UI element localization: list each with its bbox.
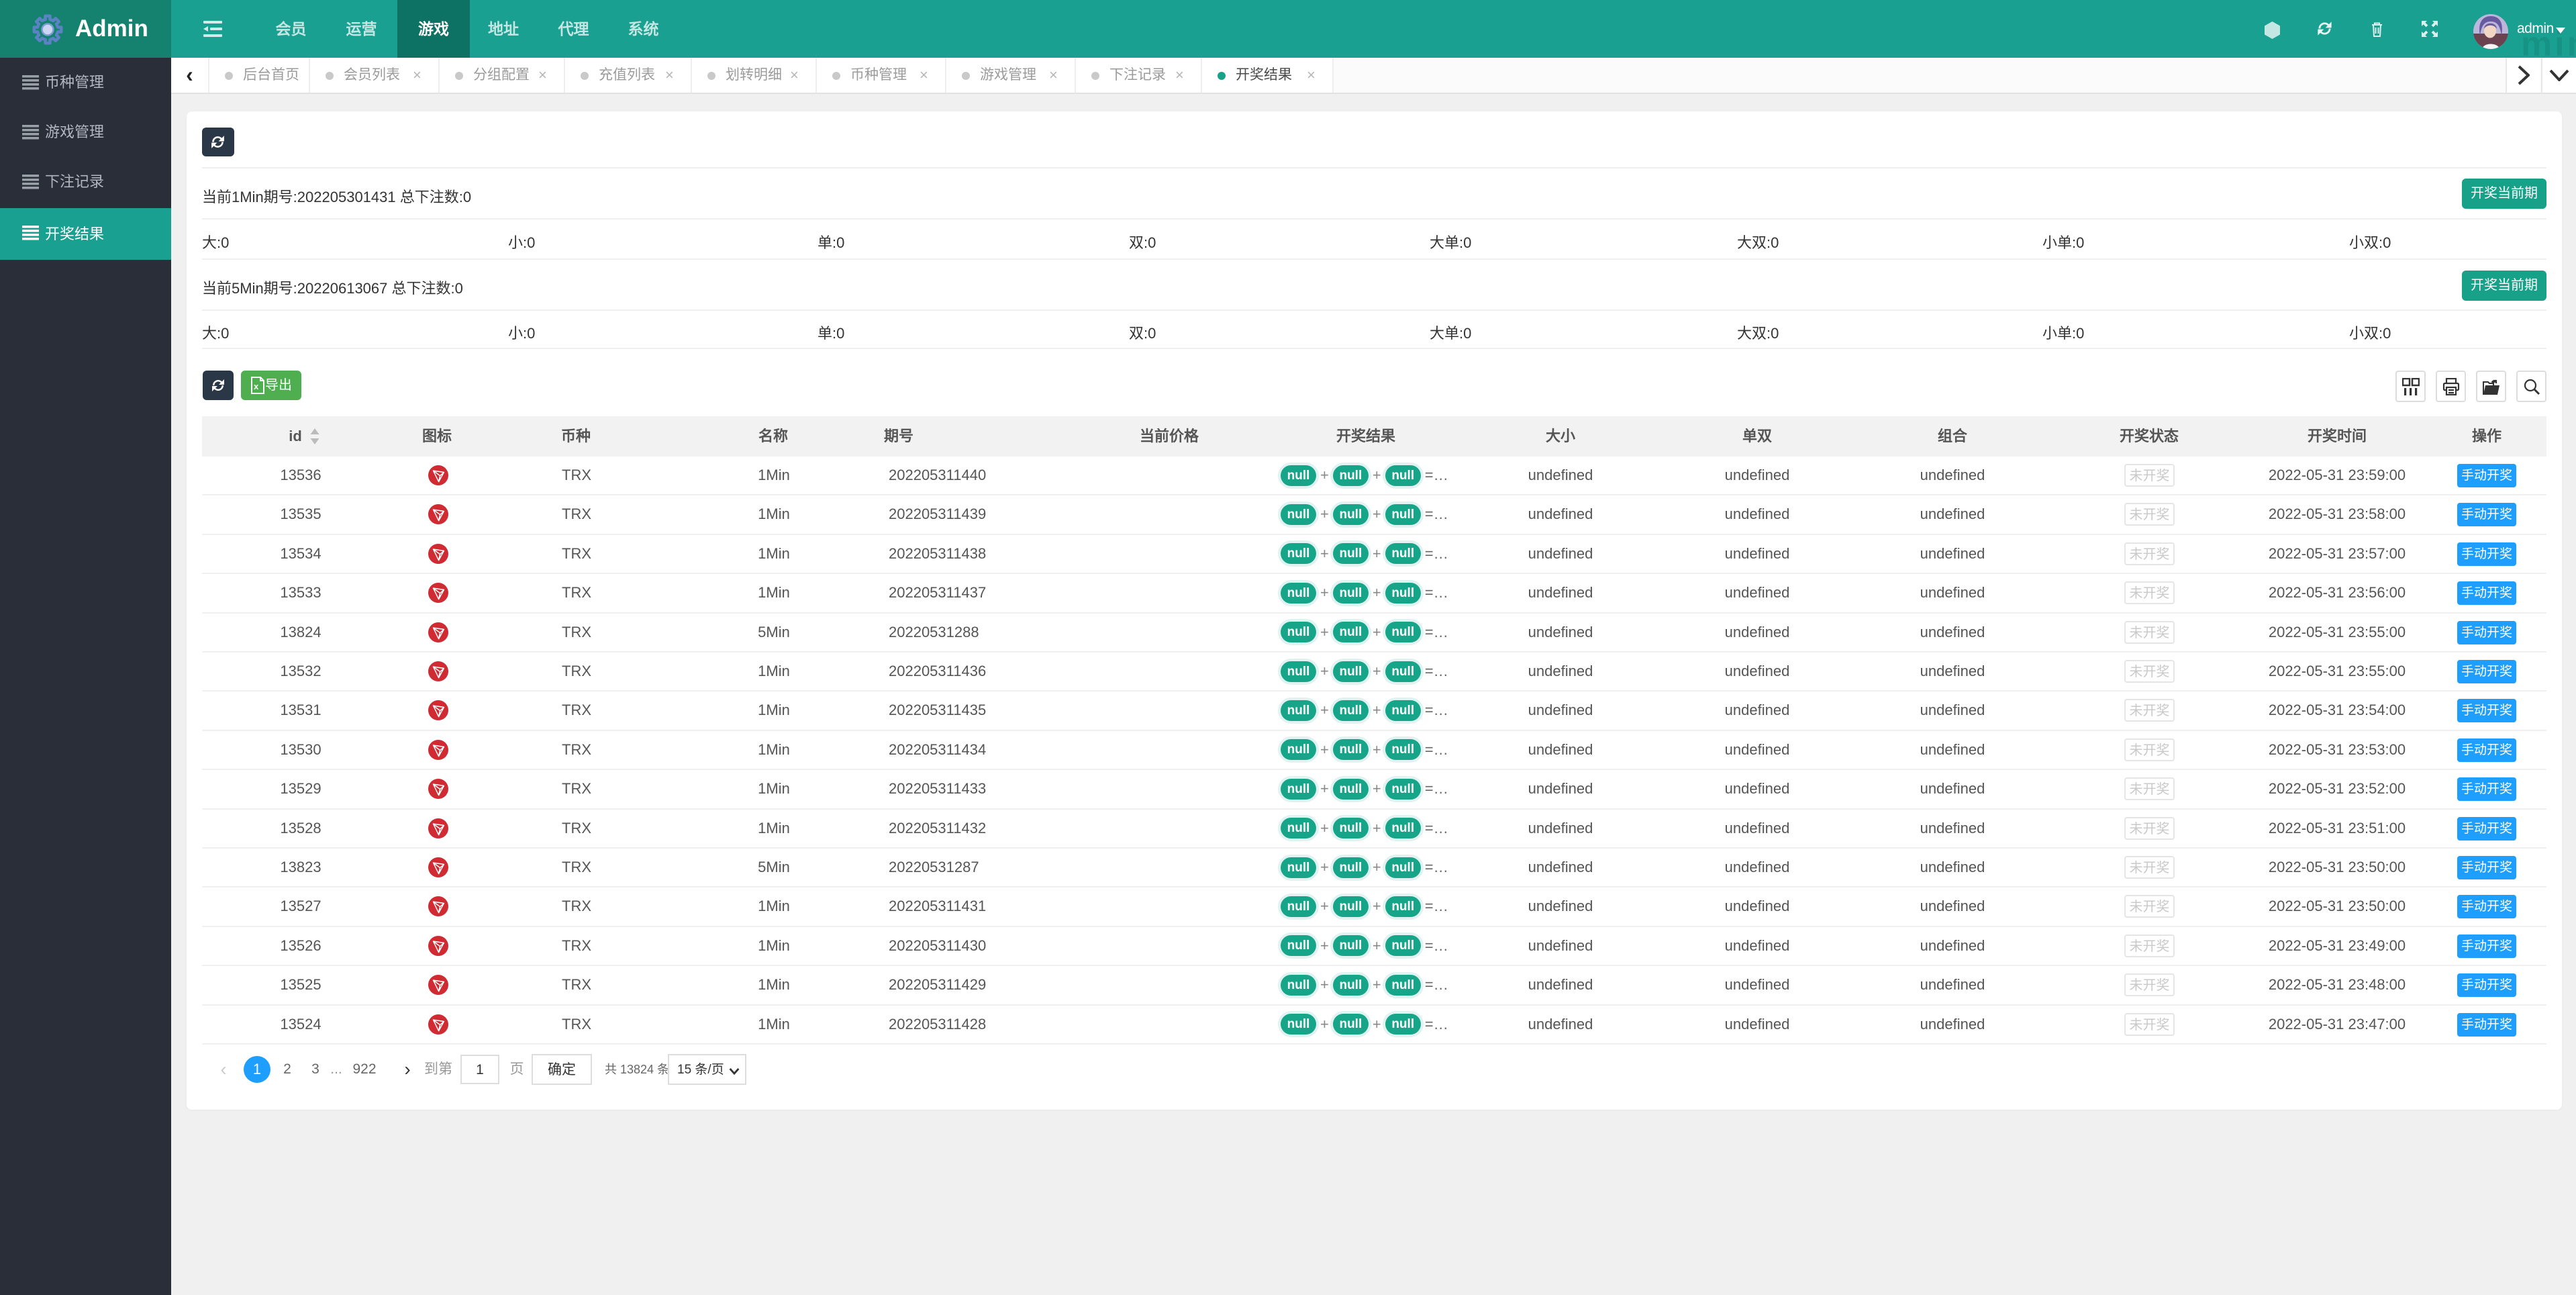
svg-text:x: x xyxy=(254,381,259,391)
